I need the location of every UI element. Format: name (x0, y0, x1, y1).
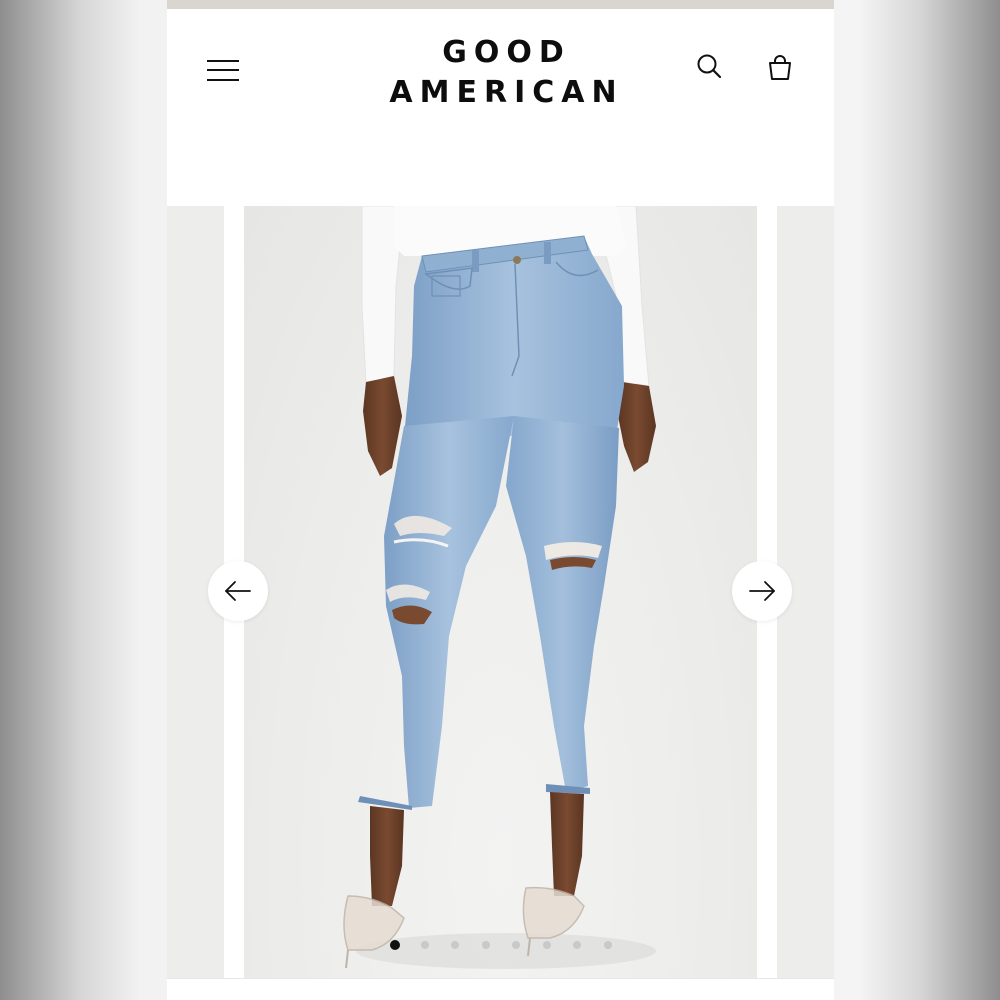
brand-logo-line2[interactable]: AMERICAN (167, 75, 834, 110)
carousel-pagination (167, 939, 834, 951)
shopping-bag-icon[interactable] (765, 53, 795, 83)
arrow-right-icon (749, 581, 775, 601)
carousel-dot[interactable] (451, 941, 459, 949)
carousel-dot[interactable] (390, 940, 400, 950)
brand-logo-line1[interactable]: GOOD (167, 35, 834, 70)
arrow-left-icon (225, 581, 251, 601)
product-image-carousel[interactable] (167, 206, 834, 978)
product-photo-jeans (343, 206, 656, 969)
search-icon[interactable] (695, 52, 725, 82)
carousel-dot[interactable] (512, 941, 520, 949)
carousel-dot[interactable] (420, 941, 429, 949)
previous-image-button[interactable] (208, 561, 268, 621)
carousel-dot[interactable] (481, 941, 490, 949)
product-image[interactable] (244, 206, 757, 978)
site-header: GOOD AMERICAN (167, 9, 834, 206)
next-image-button[interactable] (732, 561, 792, 621)
carousel-dot[interactable] (573, 941, 581, 949)
page-content-below (167, 978, 834, 1000)
carousel-dot[interactable] (603, 941, 612, 949)
mobile-page: GOOD AMERICAN (167, 0, 834, 1000)
carousel-dot[interactable] (542, 941, 551, 949)
top-strip (167, 0, 834, 9)
